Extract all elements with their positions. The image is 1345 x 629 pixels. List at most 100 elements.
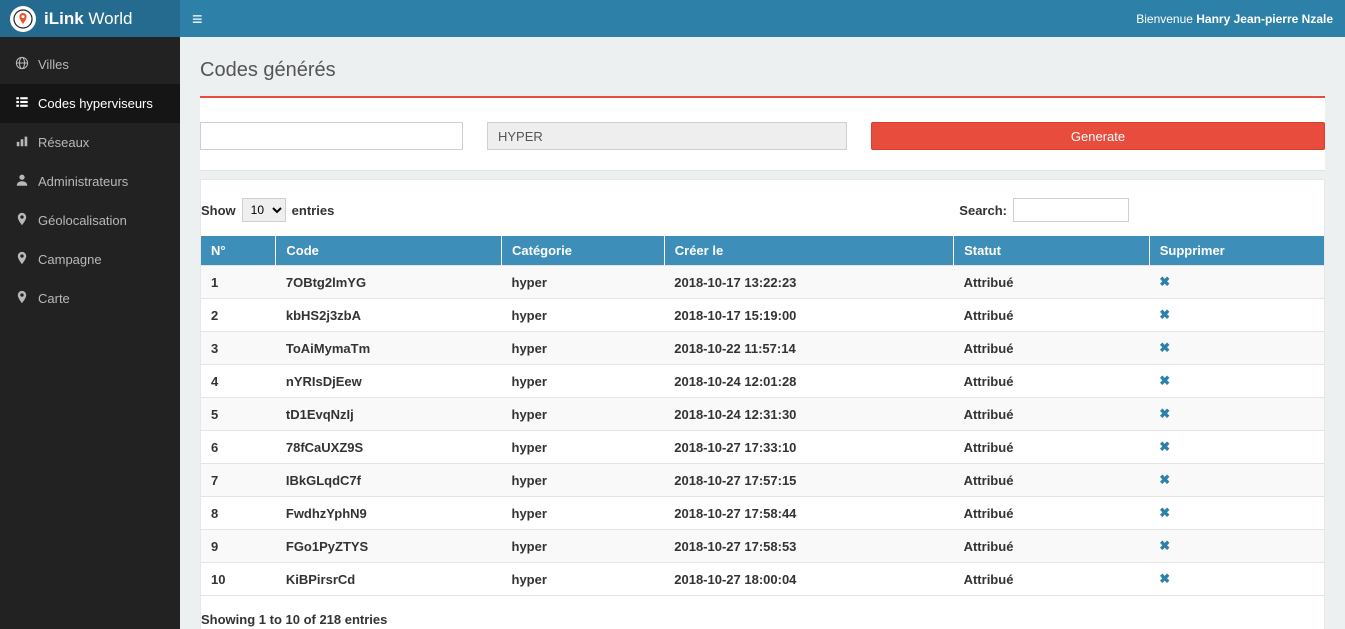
cell-category: hyper bbox=[502, 266, 665, 299]
delete-icon[interactable]: ✖ bbox=[1159, 274, 1170, 290]
table-row: 1 7OBtg2lmYG hyper 2018-10-17 13:22:23 A… bbox=[201, 266, 1324, 299]
cell-code: ToAiMymaTm bbox=[276, 332, 502, 365]
bar-chart-icon bbox=[15, 134, 29, 151]
app-title-light: World bbox=[84, 9, 133, 28]
cell-code: KiBPirsrCd bbox=[276, 563, 502, 596]
cell-created: 2018-10-27 17:33:10 bbox=[664, 431, 953, 464]
cell-category: hyper bbox=[502, 332, 665, 365]
cell-code: FwdhzYphN9 bbox=[276, 497, 502, 530]
cell-code: IBkGLqdC7f bbox=[276, 464, 502, 497]
table-header-row: N° Code Catégorie Créer le Statut Suppri… bbox=[201, 236, 1324, 266]
sidebar-item-label: Villes bbox=[38, 57, 69, 72]
cell-created: 2018-10-22 11:57:14 bbox=[664, 332, 953, 365]
table-row: 5 tD1EvqNzIj hyper 2018-10-24 12:31:30 A… bbox=[201, 398, 1324, 431]
col-header-code[interactable]: Code bbox=[276, 236, 502, 266]
delete-icon[interactable]: ✖ bbox=[1159, 505, 1170, 521]
sidebar-item-label: Géolocalisation bbox=[38, 213, 127, 228]
delete-icon[interactable]: ✖ bbox=[1159, 373, 1170, 389]
search-control: Search: bbox=[959, 198, 1129, 222]
delete-icon[interactable]: ✖ bbox=[1159, 307, 1170, 323]
sidebar-item-label: Réseaux bbox=[38, 135, 89, 150]
cell-created: 2018-10-27 17:58:53 bbox=[664, 530, 953, 563]
category-input[interactable] bbox=[487, 122, 847, 150]
app-title: iLink World bbox=[44, 9, 132, 29]
cell-status: Attribué bbox=[954, 365, 1150, 398]
cell-status: Attribué bbox=[954, 497, 1150, 530]
cell-category: hyper bbox=[502, 530, 665, 563]
table-row: 2 kbHS2j3zbA hyper 2018-10-17 15:19:00 A… bbox=[201, 299, 1324, 332]
table-row: 4 nYRIsDjEew hyper 2018-10-24 12:01:28 A… bbox=[201, 365, 1324, 398]
codes-table: N° Code Catégorie Créer le Statut Suppri… bbox=[201, 236, 1324, 596]
table-info: Showing 1 to 10 of 218 entries bbox=[201, 612, 1324, 627]
cell-status: Attribué bbox=[954, 563, 1150, 596]
welcome-prefix: Bienvenue bbox=[1136, 12, 1196, 26]
sidebar-item-label: Campagne bbox=[38, 252, 102, 267]
delete-icon[interactable]: ✖ bbox=[1159, 571, 1170, 587]
cell-num: 5 bbox=[201, 398, 276, 431]
cell-created: 2018-10-24 12:31:30 bbox=[664, 398, 953, 431]
sidebar-item-label: Codes hyperviseurs bbox=[38, 96, 153, 111]
table-row: 3 ToAiMymaTm hyper 2018-10-22 11:57:14 A… bbox=[201, 332, 1324, 365]
cell-status: Attribué bbox=[954, 530, 1150, 563]
col-header-creer-le[interactable]: Créer le bbox=[664, 236, 953, 266]
count-input[interactable] bbox=[200, 122, 463, 150]
table-row: 6 78fCaUXZ9S hyper 2018-10-27 17:33:10 A… bbox=[201, 431, 1324, 464]
user-icon bbox=[15, 173, 29, 190]
cell-code: 7OBtg2lmYG bbox=[276, 266, 502, 299]
cell-created: 2018-10-27 18:00:04 bbox=[664, 563, 953, 596]
generate-panel: Generate bbox=[200, 96, 1325, 171]
cell-category: hyper bbox=[502, 365, 665, 398]
sidebar-item-codes-hyperviseurs[interactable]: Codes hyperviseurs bbox=[0, 84, 180, 123]
cell-num: 10 bbox=[201, 563, 276, 596]
table-row: 10 KiBPirsrCd hyper 2018-10-27 18:00:04 … bbox=[201, 563, 1324, 596]
col-header-supprimer[interactable]: Supprimer bbox=[1149, 236, 1324, 266]
cell-code: tD1EvqNzIj bbox=[276, 398, 502, 431]
sidebar-item-villes[interactable]: Villes bbox=[0, 45, 180, 84]
entries-label: entries bbox=[292, 203, 335, 218]
sidebar-item-administrateurs[interactable]: Administrateurs bbox=[0, 162, 180, 201]
cell-status: Attribué bbox=[954, 266, 1150, 299]
cell-status: Attribué bbox=[954, 464, 1150, 497]
welcome-text: Bienvenue Hanry Jean-pierre Nzale bbox=[1136, 12, 1333, 26]
sidebar: Villes Codes hyperviseurs Réseaux bbox=[0, 37, 180, 629]
sidebar-item-carte[interactable]: Carte bbox=[0, 279, 180, 318]
cell-code: 78fCaUXZ9S bbox=[276, 431, 502, 464]
table-panel: Show 10 entries Search: N° Code Catég bbox=[200, 179, 1325, 629]
cell-category: hyper bbox=[502, 464, 665, 497]
page-size-select[interactable]: 10 bbox=[242, 198, 286, 222]
map-marker-icon bbox=[15, 290, 29, 307]
cell-num: 9 bbox=[201, 530, 276, 563]
delete-icon[interactable]: ✖ bbox=[1159, 406, 1170, 422]
app-title-bold: iLink bbox=[44, 9, 84, 28]
cell-category: hyper bbox=[502, 398, 665, 431]
cell-status: Attribué bbox=[954, 299, 1150, 332]
col-header-num[interactable]: N° bbox=[201, 236, 276, 266]
sidebar-item-reseaux[interactable]: Réseaux bbox=[0, 123, 180, 162]
table-row: 7 IBkGLqdC7f hyper 2018-10-27 17:57:15 A… bbox=[201, 464, 1324, 497]
top-bar: iLink World ≡ Bienvenue Hanry Jean-pierr… bbox=[0, 0, 1345, 37]
delete-icon[interactable]: ✖ bbox=[1159, 340, 1170, 356]
page-length-control: Show 10 entries bbox=[201, 198, 334, 222]
cell-code: FGo1PyZTYS bbox=[276, 530, 502, 563]
cell-created: 2018-10-27 17:58:44 bbox=[664, 497, 953, 530]
cell-status: Attribué bbox=[954, 398, 1150, 431]
cell-num: 4 bbox=[201, 365, 276, 398]
main-content: Codes générés Generate Show 10 entries S… bbox=[180, 37, 1345, 629]
cell-category: hyper bbox=[502, 299, 665, 332]
cell-created: 2018-10-17 13:22:23 bbox=[664, 266, 953, 299]
sidebar-item-campagne[interactable]: Campagne bbox=[0, 240, 180, 279]
delete-icon[interactable]: ✖ bbox=[1159, 439, 1170, 455]
delete-icon[interactable]: ✖ bbox=[1159, 472, 1170, 488]
sidebar-item-geolocalisation[interactable]: Géolocalisation bbox=[0, 201, 180, 240]
cell-num: 2 bbox=[201, 299, 276, 332]
col-header-statut[interactable]: Statut bbox=[954, 236, 1150, 266]
cell-status: Attribué bbox=[954, 332, 1150, 365]
sidebar-toggle-icon[interactable]: ≡ bbox=[192, 10, 203, 28]
cell-category: hyper bbox=[502, 563, 665, 596]
col-header-categorie[interactable]: Catégorie bbox=[502, 236, 665, 266]
search-input[interactable] bbox=[1013, 198, 1129, 222]
generate-button[interactable]: Generate bbox=[871, 122, 1325, 150]
delete-icon[interactable]: ✖ bbox=[1159, 538, 1170, 554]
sidebar-item-label: Administrateurs bbox=[38, 174, 128, 189]
welcome-user-name[interactable]: Hanry Jean-pierre Nzale bbox=[1196, 12, 1333, 26]
